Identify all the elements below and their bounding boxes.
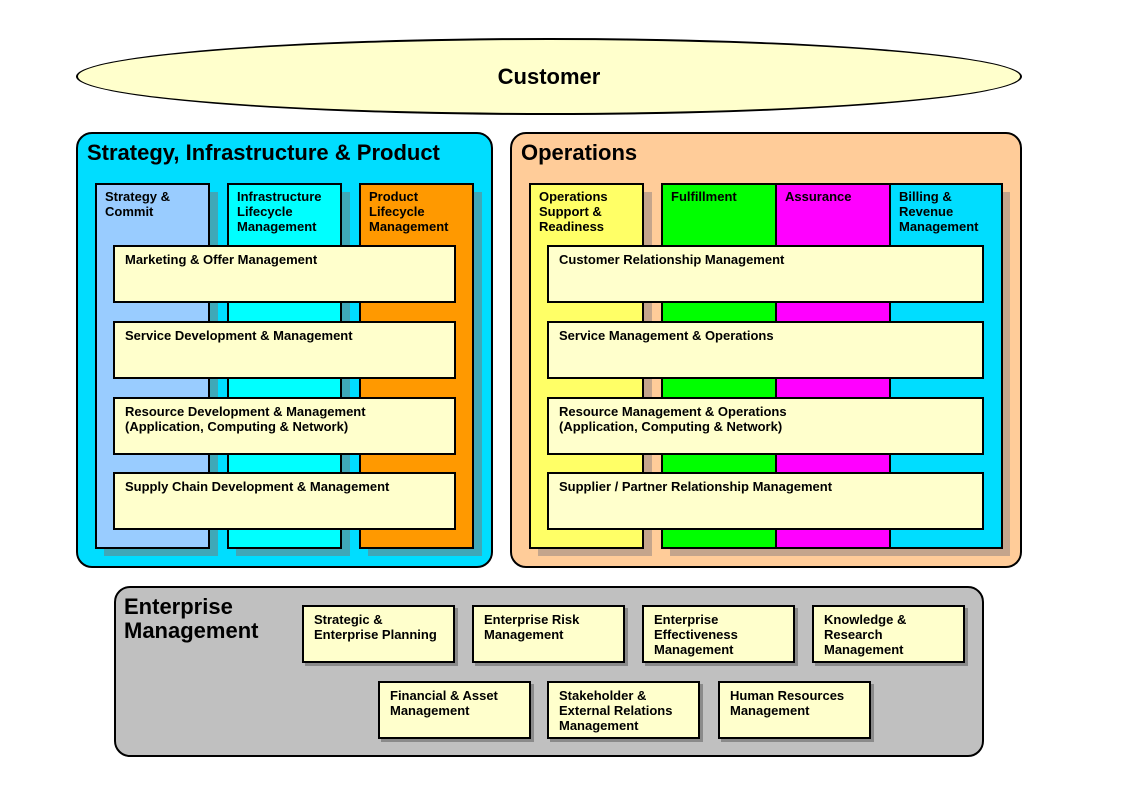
box-enterprise-risk-management[interactable]: Enterprise Risk Management [472,605,625,663]
bar-service-management-operations[interactable]: Service Management & Operations [547,321,984,379]
bar-resource-management-operations[interactable]: Resource Management & Operations (Applic… [547,397,984,455]
box-strategic-enterprise-planning[interactable]: Strategic & Enterprise Planning [302,605,455,663]
box-stakeholder-external-relations-management[interactable]: Stakeholder & External Relations Managem… [547,681,700,739]
customer-ellipse: Customer [76,38,1022,115]
bar-service-development-management[interactable]: Service Development & Management [113,321,456,379]
enterprise-management-title: Enterprise Management [124,594,259,643]
box-knowledge-research-management[interactable]: Knowledge & Research Management [812,605,965,663]
box-enterprise-effectiveness-management[interactable]: Enterprise Effectiveness Management [642,605,795,663]
bar-supplier-partner-relationship-management[interactable]: Supplier / Partner Relationship Manageme… [547,472,984,530]
bar-supply-chain-development-management[interactable]: Supply Chain Development & Management [113,472,456,530]
operations-panel-title: Operations [521,140,638,165]
sip-panel-title: Strategy, Infrastructure & Product [87,140,440,165]
box-human-resources-management[interactable]: Human Resources Management [718,681,871,739]
customer-label: Customer [497,63,601,89]
bar-customer-relationship-management[interactable]: Customer Relationship Management [547,245,984,303]
bar-marketing-offer-management[interactable]: Marketing & Offer Management [113,245,456,303]
bar-resource-development-management[interactable]: Resource Development & Management (Appli… [113,397,456,455]
box-financial-asset-management[interactable]: Financial & Asset Management [378,681,531,739]
